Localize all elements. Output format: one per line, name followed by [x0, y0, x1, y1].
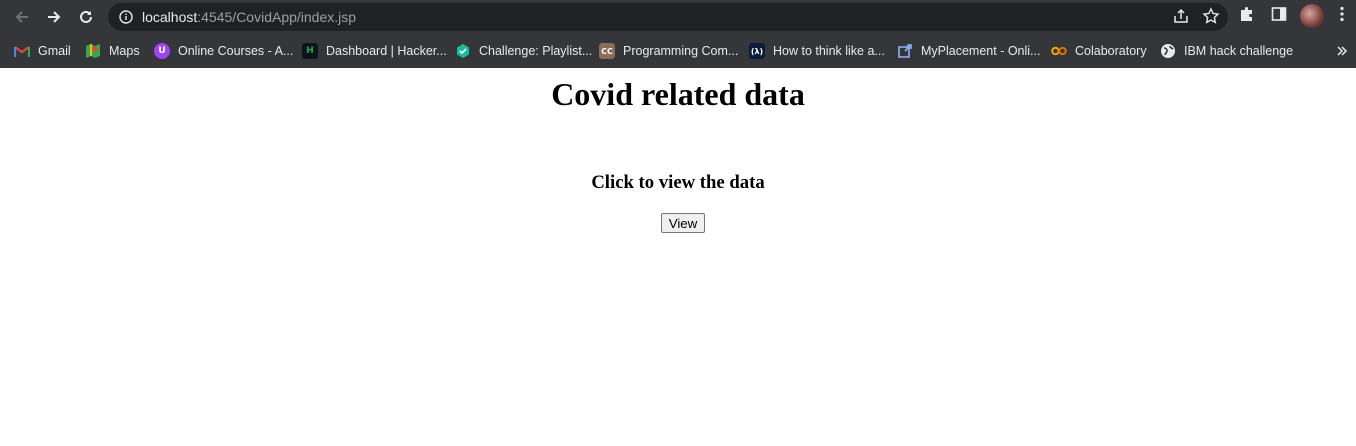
- bookmark-online-courses[interactable]: U Online Courses - A...: [154, 41, 293, 61]
- bookmark-label: Maps: [109, 44, 140, 58]
- avatar: [1300, 4, 1324, 28]
- online-courses-icon: U: [154, 43, 170, 59]
- side-panel-button[interactable]: [1270, 5, 1288, 23]
- bookmark-gmail[interactable]: Gmail: [14, 41, 71, 61]
- puzzle-icon: [1241, 7, 1252, 21]
- gmail-icon: [14, 43, 30, 59]
- address-bar-actions: [1172, 7, 1220, 25]
- browser-toolbar: localhost:4545/CovidApp/index.jsp: [0, 0, 1356, 34]
- bookmark-label: Gmail: [38, 44, 71, 58]
- page-title: Covid related data: [551, 76, 805, 112]
- bookmark-label: Online Courses - A...: [178, 44, 294, 58]
- bookmark-challenge-playlist[interactable]: Challenge: Playlist...: [455, 41, 592, 61]
- bookmark-label: Programming Com...: [623, 44, 739, 58]
- bookmarks-overflow-button[interactable]: [1336, 41, 1348, 61]
- address-bar[interactable]: localhost:4545/CovidApp/index.jsp: [108, 3, 1228, 31]
- url-text[interactable]: localhost:4545/CovidApp/index.jsp: [142, 9, 356, 25]
- bookmark-dashboard-hackerrank[interactable]: H Dashboard | Hacker...: [302, 41, 447, 61]
- view-button[interactable]: View: [661, 213, 705, 233]
- bookmark-maps[interactable]: Maps: [85, 41, 140, 61]
- bookmarks-bar: Gmail Maps U Online Courses - A... H Das…: [0, 34, 1356, 68]
- bookmark-programming-com[interactable]: CC Programming Com...: [599, 41, 738, 61]
- external-link-icon: [897, 43, 913, 59]
- colab-icon: [1051, 43, 1067, 59]
- back-button[interactable]: [10, 5, 34, 29]
- profile-button[interactable]: [1300, 4, 1324, 28]
- bookmark-myplacement[interactable]: MyPlacement - Onli...: [897, 41, 1040, 61]
- star-icon[interactable]: [1202, 7, 1220, 25]
- bookmark-label: Colaboratory: [1075, 44, 1147, 58]
- arrow-left-icon: [15, 11, 28, 23]
- bookmark-label: MyPlacement - Onli...: [921, 44, 1041, 58]
- more-vertical-icon: [1340, 6, 1344, 22]
- url-path: :4545/CovidApp/index.jsp: [197, 9, 357, 25]
- double-chevron-right-icon: [1337, 46, 1348, 56]
- side-panel-icon: [1271, 7, 1287, 21]
- codechef-icon: CC: [599, 43, 615, 59]
- bookmark-label: IBM hack challenge: [1184, 44, 1294, 58]
- forward-button[interactable]: [42, 5, 66, 29]
- maps-icon: [85, 43, 101, 59]
- bookmark-colaboratory[interactable]: Colaboratory: [1051, 41, 1147, 61]
- bookmark-label: How to think like a...: [773, 44, 885, 58]
- lambda-icon: (λ): [749, 43, 765, 59]
- bookmark-how-to-think[interactable]: (λ) How to think like a...: [749, 41, 885, 61]
- hackerrank-icon: H: [302, 43, 318, 59]
- page-subtitle: Click to view the data: [591, 172, 765, 193]
- reload-icon: [80, 10, 92, 23]
- url-host: localhost: [142, 9, 198, 25]
- bookmark-ibm-hack[interactable]: IBM hack challenge: [1160, 41, 1293, 61]
- browser-chrome: localhost:4545/CovidApp/index.jsp Gmail …: [0, 0, 1356, 68]
- menu-button[interactable]: [1336, 5, 1348, 23]
- reload-button[interactable]: [74, 5, 98, 29]
- globe-icon: [1160, 43, 1176, 59]
- arrow-right-icon: [48, 11, 61, 23]
- share-icon[interactable]: [1172, 7, 1190, 25]
- bookmark-label: Challenge: Playlist...: [479, 44, 593, 58]
- challenge-icon: [455, 43, 471, 59]
- bookmark-label: Dashboard | Hacker...: [326, 44, 447, 58]
- extensions-button[interactable]: [1238, 5, 1256, 23]
- page-content: Covid related data Click to view the dat…: [0, 68, 1356, 446]
- info-icon[interactable]: [119, 10, 133, 24]
